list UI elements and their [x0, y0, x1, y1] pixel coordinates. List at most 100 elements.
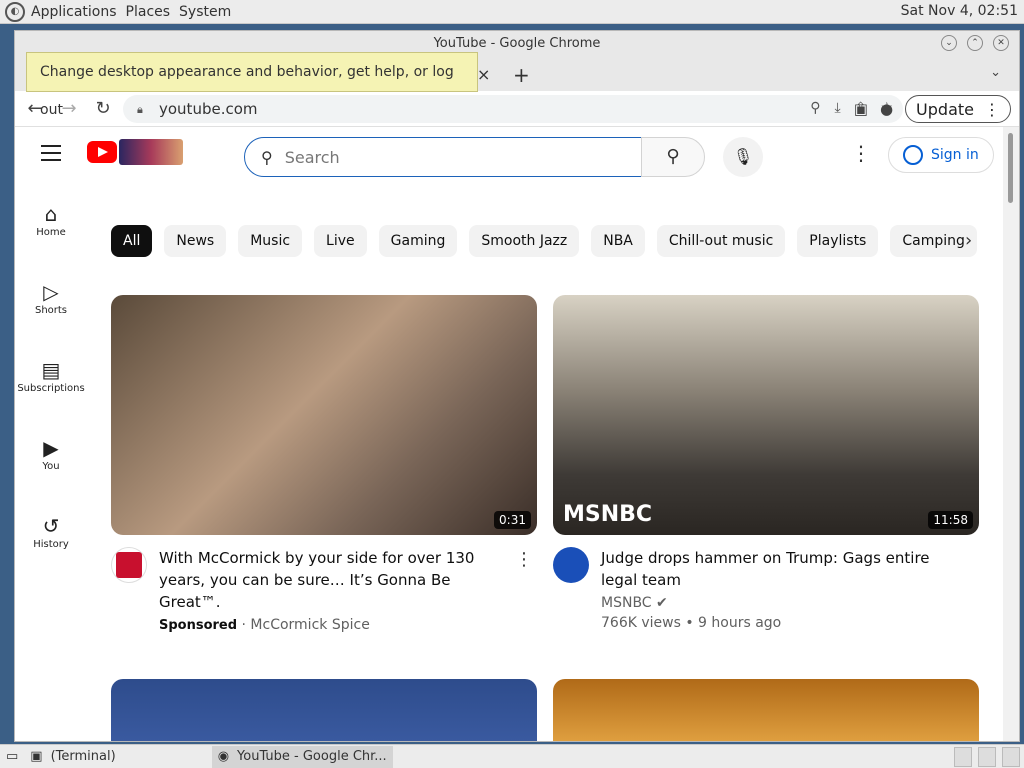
- chip-live[interactable]: Live: [314, 225, 367, 257]
- chip-smooth-jazz[interactable]: Smooth Jazz: [469, 225, 580, 257]
- video-title[interactable]: Judge drops hammer on Trump: Gags entire…: [601, 547, 979, 591]
- zoom-search-icon[interactable]: ⚲: [810, 100, 820, 116]
- youtube-header: ⚲ Search ⚲ 🎙︎ ⋮ Sign in: [15, 127, 1005, 183]
- install-icon[interactable]: ⤓: [835, 100, 841, 116]
- new-tab-button[interactable]: +: [513, 63, 530, 87]
- reload-icon[interactable]: ↻: [89, 98, 117, 119]
- chip-music[interactable]: Music: [238, 225, 303, 257]
- video-meta: Judge drops hammer on Trump: Gags entire…: [553, 547, 979, 631]
- chip-gaming[interactable]: Gaming: [378, 225, 458, 257]
- system-logo-icon[interactable]: ◐: [5, 1, 25, 22]
- workspace-3[interactable]: [1002, 747, 1020, 767]
- taskbar-item-chrome[interactable]: ◉ YouTube - Google Chr...: [211, 745, 393, 768]
- taskbar-item-label: YouTube - Google Chr...: [237, 749, 387, 764]
- video-thumbnail[interactable]: [111, 679, 537, 741]
- terminal-icon: ▣: [30, 749, 43, 764]
- scrollbar-thumb[interactable]: [1008, 133, 1013, 203]
- youtube-page: ⚲ Search ⚲ 🎙︎ ⋮ Sign in ⌂ Home ▷ Shorts …: [15, 127, 1005, 741]
- video-card[interactable]: [553, 679, 979, 741]
- chip-nba[interactable]: NBA: [591, 225, 645, 257]
- page-scrollbar[interactable]: [1003, 127, 1019, 741]
- chip-camping[interactable]: Camping: [890, 225, 977, 257]
- chip-chill-out-music[interactable]: Chill-out music: [656, 225, 786, 257]
- address-bar[interactable]: 🔒︎ youtube.com ⚲ ⤓ ⇪ ☆: [123, 95, 903, 123]
- youtube-logo-icon[interactable]: [87, 141, 117, 163]
- video-thumbnail[interactable]: MSNBC 11:58: [553, 295, 979, 535]
- you-icon: ▶: [43, 436, 59, 460]
- tab-close-icon[interactable]: ×: [477, 65, 490, 84]
- video-thumbnail[interactable]: 0:31: [111, 295, 537, 535]
- account-circle-icon: [903, 145, 923, 165]
- sidebar-item-label: History: [33, 539, 69, 550]
- minimize-icon[interactable]: ⌄: [941, 35, 957, 51]
- clock[interactable]: Sat Nov 4, 02:51: [901, 3, 1018, 19]
- sidebar-item-subscriptions[interactable]: ▤ Subscriptions: [15, 357, 87, 431]
- channel-avatar[interactable]: [111, 547, 147, 583]
- filter-chips: All News Music Live Gaming Smooth Jazz N…: [111, 225, 991, 257]
- video-title[interactable]: With McCormick by your side for over 130…: [159, 547, 537, 613]
- video-card[interactable]: [111, 679, 537, 741]
- kebab-menu-icon: ⋮: [984, 99, 1000, 119]
- history-icon: ↺: [42, 514, 60, 538]
- settings-kebab-icon[interactable]: ⋮: [851, 141, 871, 165]
- chrome-icon: ◉: [217, 749, 230, 764]
- sidebar-item-label: You: [42, 461, 60, 472]
- video-meta: With McCormick by your side for over 130…: [111, 547, 537, 633]
- sign-in-label: Sign in: [931, 147, 979, 163]
- duration-badge: 0:31: [494, 511, 531, 529]
- sidebar-item-you[interactable]: ▶ You: [15, 435, 87, 509]
- search-input[interactable]: ⚲ Search: [244, 137, 642, 177]
- channel-name[interactable]: McCormick Spice: [250, 617, 369, 633]
- url-text[interactable]: youtube.com: [159, 100, 258, 118]
- browser-toolbar: ← → ↻ 🔒︎ youtube.com ⚲ ⤓ ⇪ ☆ ▣ ● Update …: [15, 91, 1019, 127]
- sidebar-item-history[interactable]: ↺ History: [15, 513, 87, 587]
- search-placeholder: Search: [284, 147, 340, 167]
- video-card[interactable]: MSNBC 11:58 Judge drops hammer on Trump:…: [553, 295, 979, 631]
- chip-all[interactable]: All: [111, 225, 153, 257]
- sidebar-item-shorts[interactable]: ▷ Shorts: [15, 279, 87, 353]
- sign-in-button[interactable]: Sign in: [888, 137, 994, 173]
- workspace-1[interactable]: [954, 747, 972, 767]
- system-menu-tooltip: Change desktop appearance and behavior, …: [26, 52, 478, 118]
- chip-playlists[interactable]: Playlists: [797, 225, 879, 257]
- maximize-icon[interactable]: ⌃: [967, 35, 983, 51]
- update-button[interactable]: Update ⋮: [905, 95, 1011, 123]
- video-thumbnail[interactable]: [553, 679, 979, 741]
- video-kebab-icon[interactable]: ⋮: [515, 549, 533, 570]
- home-icon: ⌂: [44, 202, 58, 226]
- taskbar-item-terminal[interactable]: ▣ (Terminal): [24, 746, 121, 768]
- profile-icon[interactable]: ●: [880, 100, 893, 118]
- search-button[interactable]: ⚲: [641, 137, 705, 177]
- taskbar-item-label: (Terminal): [50, 749, 116, 764]
- lock-icon[interactable]: 🔒︎: [137, 103, 149, 116]
- video-card[interactable]: 0:31 With McCormick by your side for ove…: [111, 295, 537, 633]
- youtube-doodle[interactable]: [119, 139, 183, 165]
- microphone-icon[interactable]: 🎙︎: [723, 137, 763, 177]
- menu-places[interactable]: Places: [126, 4, 171, 20]
- video-stats: 766K views • 9 hours ago: [601, 615, 782, 631]
- update-label: Update: [916, 99, 974, 119]
- workspace-2[interactable]: [978, 747, 996, 767]
- search-icon: ⚲: [261, 147, 273, 167]
- sponsored-label: Sponsored: [159, 618, 238, 633]
- menu-applications[interactable]: Applications: [31, 4, 117, 20]
- show-desktop-icon[interactable]: ▭: [0, 746, 24, 768]
- channel-avatar[interactable]: [553, 547, 589, 583]
- tab-search-chevron-icon[interactable]: ⌄: [990, 65, 1001, 80]
- subscriptions-icon: ▤: [41, 358, 61, 382]
- workspace-switcher[interactable]: [954, 747, 1020, 767]
- close-icon[interactable]: ✕: [993, 35, 1009, 51]
- chevron-right-icon[interactable]: ›: [965, 230, 972, 251]
- channel-name[interactable]: MSNBC: [601, 595, 652, 611]
- side-panel-icon[interactable]: ▣: [854, 100, 868, 118]
- chrome-window: YouTube - Google Chrome ⌄ ⌃ ✕ × + ⌄ ← → …: [14, 30, 1020, 742]
- chip-news[interactable]: News: [164, 225, 227, 257]
- sidebar-item-label: Subscriptions: [17, 383, 85, 394]
- verified-check-icon: ✔: [656, 595, 668, 611]
- desktop-top-panel: ◐ Applications Places System Sat Nov 4, …: [0, 0, 1024, 24]
- msnbc-logo: MSNBC: [563, 502, 653, 527]
- shorts-icon: ▷: [43, 280, 59, 304]
- menu-system[interactable]: System: [179, 4, 231, 20]
- sidebar-item-home[interactable]: ⌂ Home: [15, 201, 87, 275]
- hamburger-menu-icon[interactable]: [41, 145, 61, 166]
